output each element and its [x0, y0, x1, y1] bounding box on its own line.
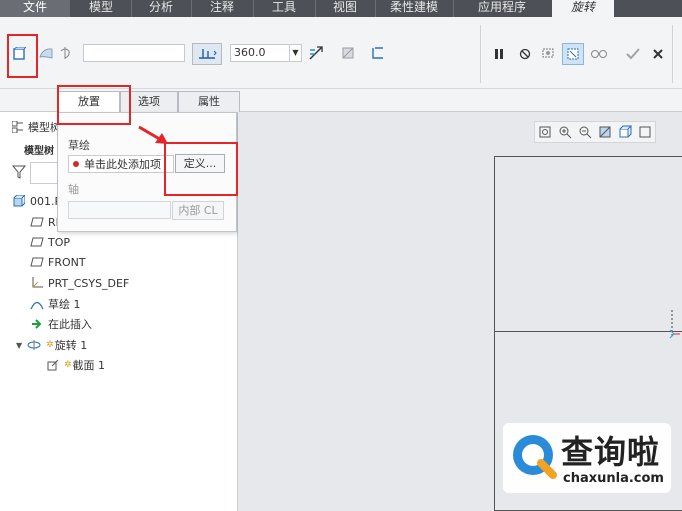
- tab-revolve[interactable]: 旋转: [552, 0, 614, 17]
- part-icon: [12, 194, 26, 208]
- magnifier-logo-icon: [509, 431, 561, 486]
- filter-icon[interactable]: [11, 165, 27, 182]
- tab-applications[interactable]: 应用程序: [454, 0, 550, 17]
- watermark-url: chaxunla.com: [563, 471, 664, 486]
- sketch-label: 草绘: [68, 139, 90, 152]
- display-style-icon[interactable]: [615, 122, 635, 142]
- tree-item-section[interactable]: ✲ 截面 1: [46, 356, 105, 374]
- revolve-axis-icon[interactable]: [57, 45, 73, 61]
- sketch-collector[interactable]: 单击此处添加项: [68, 155, 174, 173]
- zoom-in-icon[interactable]: [555, 122, 575, 142]
- annotation-arrow-icon: [137, 125, 171, 150]
- angle-type-icon[interactable]: [192, 43, 222, 65]
- tab-model[interactable]: 模型: [72, 0, 130, 17]
- zoom-out-icon[interactable]: [575, 122, 595, 142]
- tree-search-input[interactable]: [30, 162, 60, 184]
- menu-bar: 文件 模型 分析 注释 工具 视图 柔性建模 应用程序 旋转: [0, 0, 682, 17]
- chevron-down-icon[interactable]: ▼: [289, 45, 301, 61]
- expand-arrow-icon[interactable]: ▼: [16, 341, 22, 350]
- no-preview-icon[interactable]: [516, 45, 534, 63]
- collector-text: 单击此处添加项: [84, 158, 161, 171]
- tab-file[interactable]: 文件: [0, 0, 70, 17]
- graphics-toolbar: [534, 121, 656, 143]
- internal-cl-button[interactable]: 内部 CL: [172, 201, 224, 220]
- new-feature-star-icon: ✲: [64, 360, 72, 370]
- tab-annotate[interactable]: 注释: [192, 0, 252, 17]
- glasses-preview-icon[interactable]: [588, 43, 610, 65]
- thicken-icon[interactable]: [368, 43, 388, 63]
- flip-direction-icon[interactable]: [306, 43, 326, 63]
- tree-item-top[interactable]: TOP: [30, 233, 70, 251]
- surface-icon[interactable]: [38, 45, 54, 61]
- datum-plane-icon: [30, 255, 44, 269]
- refit-icon[interactable]: [535, 122, 555, 142]
- angle-value: 360.0: [234, 46, 266, 59]
- sketch-reference-line: [494, 331, 682, 332]
- confirm-check-icon[interactable]: [622, 43, 644, 65]
- tab-tools[interactable]: 工具: [254, 0, 314, 17]
- insert-arrow-icon: [30, 317, 44, 331]
- tree-item-sketch[interactable]: 草绘 1: [30, 295, 81, 313]
- remove-material-icon[interactable]: [338, 43, 358, 63]
- axis-collector-field[interactable]: [83, 44, 185, 62]
- watermark-logo: 查询啦 chaxunla.com: [503, 423, 671, 493]
- tree-item-front[interactable]: FRONT: [30, 253, 86, 271]
- tab-properties[interactable]: 属性: [178, 91, 240, 112]
- tree-item-csys[interactable]: PRT_CSYS_DEF: [30, 274, 129, 292]
- tab-flexible-modeling[interactable]: 柔性建模: [376, 0, 452, 17]
- tree-item-insert-here[interactable]: 在此插入: [30, 315, 92, 333]
- csys-icon: [30, 276, 44, 290]
- datum-plane-icon: [30, 235, 44, 249]
- csys-marker-icon: [668, 308, 682, 347]
- sketch-icon: [30, 297, 44, 311]
- watermark-title: 查询啦: [561, 433, 661, 471]
- ribbon: 360.0 ▼: [0, 17, 682, 89]
- tree-item-revolve[interactable]: ▼ ✲ 旋转 1: [16, 336, 87, 354]
- section-icon: [46, 358, 60, 372]
- new-feature-star-icon: ✲: [46, 340, 54, 350]
- saved-orientations-icon[interactable]: [635, 122, 655, 142]
- dashboard-tab-bar: 放置 选项 属性: [0, 89, 682, 112]
- tab-analysis[interactable]: 分析: [132, 0, 190, 17]
- model-tree-subheader: 模型树: [24, 146, 54, 157]
- cancel-close-icon[interactable]: [648, 43, 668, 65]
- required-dot-icon: [73, 161, 79, 167]
- model-tree-header[interactable]: 模型树: [11, 119, 61, 135]
- tab-view[interactable]: 视图: [316, 0, 374, 17]
- repaint-icon[interactable]: [595, 122, 615, 142]
- pause-icon[interactable]: [490, 45, 508, 63]
- datum-plane-icon: [30, 215, 44, 229]
- tab-options[interactable]: 选项: [120, 91, 178, 112]
- verify-preview-icon[interactable]: [538, 43, 558, 63]
- angle-input[interactable]: 360.0 ▼: [230, 44, 302, 62]
- axis-collector[interactable]: [68, 201, 171, 219]
- revolve-icon: [26, 338, 42, 352]
- solid-icon[interactable]: [10, 45, 28, 63]
- geometry-preview-icon[interactable]: [562, 43, 584, 65]
- axis-label: 轴: [68, 183, 79, 196]
- tab-placement[interactable]: 放置: [58, 91, 120, 112]
- define-button[interactable]: 定义...: [175, 154, 225, 173]
- tree-grid-icon: [11, 120, 24, 134]
